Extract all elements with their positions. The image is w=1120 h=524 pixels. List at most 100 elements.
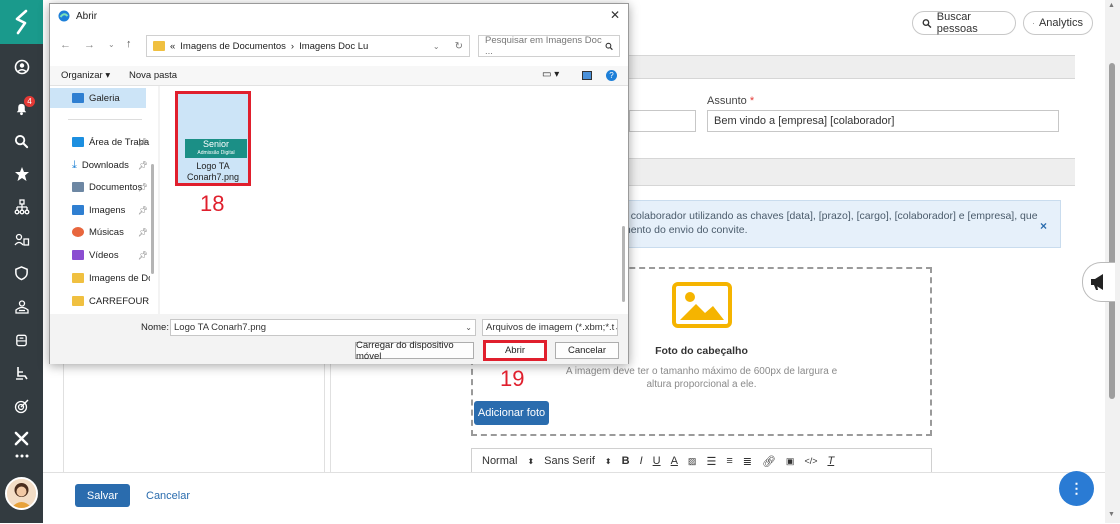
address-dropdown-icon[interactable]: ⌄ bbox=[433, 42, 440, 51]
file-item-logo-ta-conarh7[interactable]: Senior Admissão Digital Logo TA Conarh7.… bbox=[175, 91, 251, 186]
ordered-list-icon[interactable]: ☰ bbox=[706, 455, 716, 468]
close-icon[interactable]: × bbox=[1040, 219, 1047, 233]
shield-icon[interactable] bbox=[0, 257, 43, 289]
format-select-arrow-icon[interactable]: ⬍ bbox=[527, 457, 534, 466]
font-select[interactable]: Sans Serif bbox=[544, 455, 595, 467]
image-insert-icon[interactable]: ▣ bbox=[786, 456, 795, 467]
nav-item-desktop[interactable]: Área de Traba📌︎ bbox=[50, 131, 150, 153]
cancel-link[interactable]: Cancelar bbox=[146, 490, 190, 502]
forward-arrow-icon[interactable]: → bbox=[84, 39, 95, 51]
folder-icon bbox=[72, 273, 84, 283]
new-folder-button[interactable]: Nova pasta bbox=[129, 70, 177, 81]
bullet-list-icon[interactable]: ≡ bbox=[726, 455, 732, 467]
star-icon[interactable] bbox=[0, 158, 43, 190]
download-icon: ⤓ bbox=[72, 159, 77, 172]
org-chart-icon[interactable] bbox=[0, 191, 43, 223]
nav-item-videos[interactable]: Vídeos📌︎ bbox=[50, 244, 150, 266]
nav-pane-scrollbar[interactable] bbox=[151, 164, 154, 274]
filename-label: Nome: bbox=[141, 322, 169, 333]
folder-icon bbox=[153, 41, 165, 51]
dialog-navbar: ← → ⌄ ↑ « Imagens de Documentos › Imagen… bbox=[50, 28, 628, 66]
page-scrollbar-thumb[interactable] bbox=[1109, 63, 1115, 399]
upload-from-device-button[interactable]: Carregar do dispositivo móvel bbox=[355, 342, 474, 359]
open-file-dialog: Abrir ✕ ← → ⌄ ↑ « Imagens de Documentos … bbox=[49, 3, 629, 364]
history-chevron-down-icon[interactable]: ⌄ bbox=[108, 40, 115, 49]
code-icon[interactable]: </> bbox=[804, 456, 817, 466]
user-circle-icon[interactable] bbox=[0, 51, 43, 83]
team-icon[interactable] bbox=[0, 291, 43, 323]
nav-item-images[interactable]: Imagens📌︎ bbox=[50, 199, 150, 221]
dialog-titlebar: Abrir bbox=[50, 4, 628, 28]
header-photo-description: A imagem deve ter o tamanho máximo de 60… bbox=[560, 365, 843, 391]
pin-icon: 📌︎ bbox=[138, 138, 148, 147]
view-options-icon[interactable]: ▭ ▾ bbox=[542, 69, 559, 80]
nav-item-music[interactable]: Músicas📌︎ bbox=[50, 221, 150, 243]
app-logo-icon[interactable] bbox=[0, 0, 43, 44]
target-icon[interactable] bbox=[0, 390, 43, 422]
up-arrow-icon[interactable]: ↑ bbox=[126, 38, 132, 50]
search-people-button[interactable]: Buscar pessoas bbox=[912, 11, 1016, 35]
breadcrumb-overflow[interactable]: « bbox=[170, 41, 175, 52]
text-color-icon[interactable]: A bbox=[671, 455, 678, 467]
search-input[interactable]: Pesquisar em Imagens Doc ... bbox=[478, 35, 620, 57]
help-icon[interactable]: ? bbox=[606, 70, 617, 81]
people-settings-icon[interactable] bbox=[0, 224, 43, 256]
back-arrow-icon[interactable]: ← bbox=[60, 39, 71, 51]
filename-input[interactable]: Logo TA Conarh7.png ⌄ bbox=[170, 319, 476, 336]
logo-subtext: Admissão Digital bbox=[185, 150, 247, 156]
nav-item-documents[interactable]: Documentos📌︎ bbox=[50, 176, 150, 198]
font-select-arrow-icon[interactable]: ⬍ bbox=[605, 457, 612, 466]
scroll-down-arrow-icon[interactable]: ▼ bbox=[1108, 511, 1115, 518]
search-icon bbox=[922, 18, 932, 29]
scroll-up-arrow-icon[interactable]: ▲ bbox=[1108, 2, 1115, 9]
filename-value: Logo TA Conarh7.png bbox=[174, 322, 266, 333]
breadcrumb-item-documents-images[interactable]: Imagens de Documentos bbox=[180, 41, 286, 52]
previous-field[interactable] bbox=[629, 110, 696, 132]
format-select[interactable]: Normal bbox=[482, 455, 517, 467]
file-pane-scrollbar[interactable] bbox=[622, 226, 625, 302]
filename-dropdown-icon[interactable]: ⌄ bbox=[465, 323, 472, 332]
save-button[interactable]: Salvar bbox=[75, 484, 130, 507]
nav-item-galeria[interactable]: Galeria bbox=[50, 87, 150, 109]
nav-item-downloads[interactable]: ⤓Downloads📌︎ bbox=[50, 154, 150, 176]
filetype-dropdown-icon[interactable]: ⌄ bbox=[614, 323, 618, 332]
address-bar[interactable]: « Imagens de Documentos › Imagens Doc Lu… bbox=[146, 35, 470, 57]
link-icon[interactable]: 🔗︎ bbox=[762, 455, 776, 468]
align-icon[interactable]: ≣ bbox=[743, 455, 752, 468]
bold-icon[interactable]: B bbox=[622, 455, 630, 467]
close-icon[interactable]: ✕ bbox=[610, 8, 620, 22]
italic-icon[interactable]: I bbox=[640, 455, 643, 467]
cancel-button[interactable]: Cancelar bbox=[555, 342, 619, 359]
videos-icon bbox=[72, 250, 84, 260]
navigation-pane: Galeria Área de Traba📌︎ ⤓Downloads📌︎ Doc… bbox=[50, 86, 158, 314]
left-panel bbox=[63, 364, 325, 474]
announcements-megaphone-icon[interactable] bbox=[1082, 262, 1115, 302]
open-button[interactable]: Abrir bbox=[483, 340, 547, 361]
underline-icon[interactable]: U bbox=[653, 455, 661, 467]
search-icon[interactable] bbox=[0, 125, 43, 157]
add-photo-button[interactable]: Adicionar foto bbox=[474, 401, 549, 425]
grid-icon bbox=[1033, 18, 1034, 29]
locker-icon[interactable] bbox=[0, 324, 43, 356]
highlight-icon[interactable]: ▨ bbox=[688, 456, 697, 467]
more-dots-icon[interactable] bbox=[0, 444, 43, 468]
subject-input[interactable]: Bem vindo a [empresa] [colaborador] bbox=[707, 110, 1059, 132]
nav-item-carrefour[interactable]: CARREFOUR bbox=[50, 290, 150, 312]
clear-format-icon[interactable]: T bbox=[827, 455, 834, 467]
preview-pane-icon[interactable] bbox=[582, 71, 592, 80]
notification-bell-icon[interactable]: 4 bbox=[0, 92, 43, 124]
filetype-value: Arquivos de imagem (*.xbm;*.t bbox=[486, 322, 614, 333]
analytics-label: Analytics bbox=[1039, 17, 1083, 29]
help-fab-icon[interactable]: ⋮ bbox=[1059, 471, 1094, 506]
pin-icon: 📌︎ bbox=[138, 228, 148, 237]
nav-item-images-docs[interactable]: Imagens de Doc bbox=[50, 267, 150, 289]
accessibility-icon[interactable] bbox=[0, 357, 43, 389]
analytics-button[interactable]: Analytics bbox=[1023, 11, 1093, 35]
refresh-icon[interactable]: ↻ bbox=[455, 41, 463, 52]
user-avatar[interactable] bbox=[5, 477, 38, 510]
divider bbox=[330, 364, 331, 474]
breadcrumb-item-doc-lu[interactable]: Imagens Doc Lu bbox=[299, 41, 368, 52]
organize-menu[interactable]: Organizar ▾ bbox=[61, 70, 110, 81]
filetype-select[interactable]: Arquivos de imagem (*.xbm;*.t ⌄ bbox=[482, 319, 618, 336]
pin-icon: 📌︎ bbox=[138, 161, 148, 170]
